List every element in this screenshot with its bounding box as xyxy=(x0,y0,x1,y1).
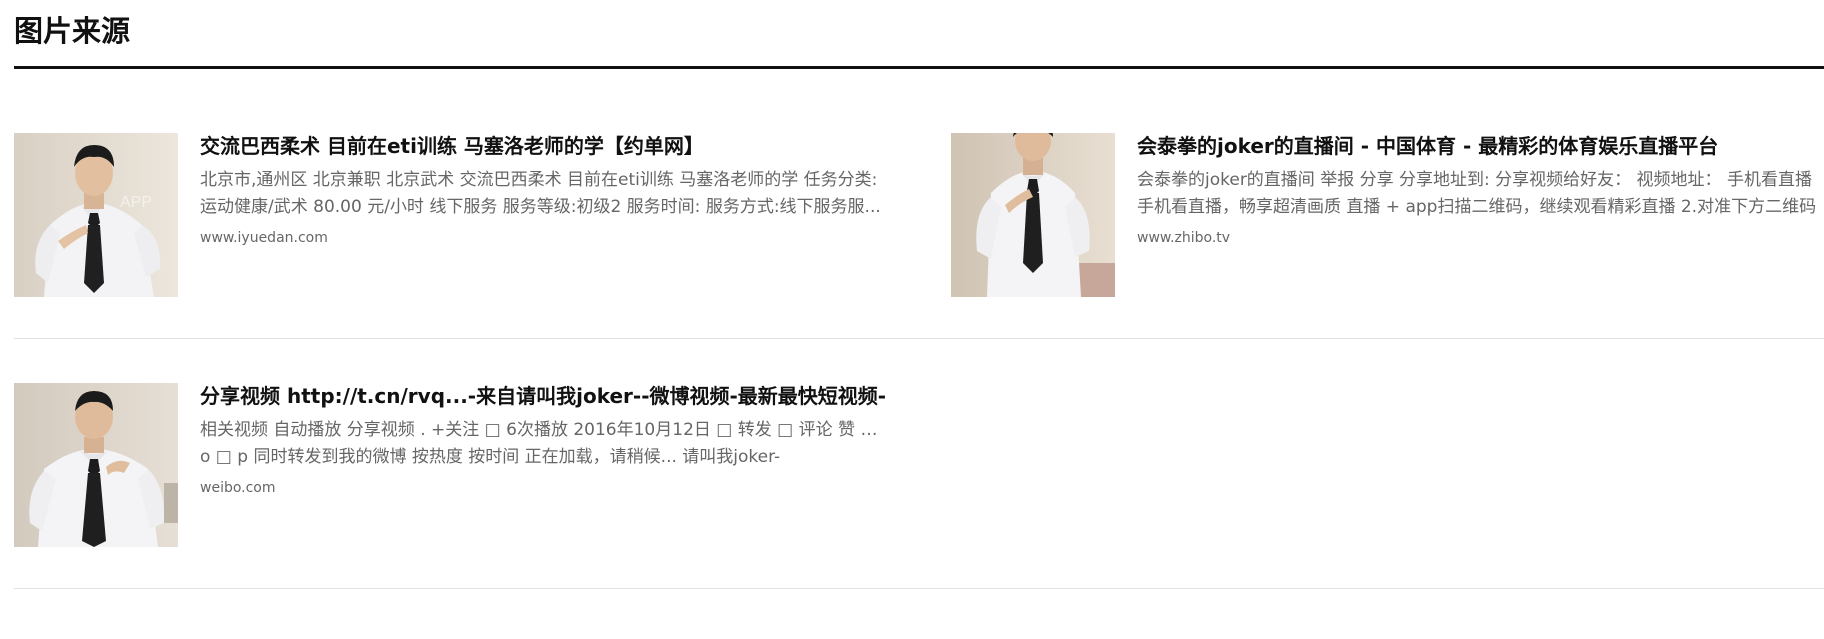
title-rule xyxy=(14,66,1824,69)
result-title-link[interactable]: 分享视频 http://t.cn/rvq...-来自请叫我joker--微博视频… xyxy=(200,383,894,409)
result-thumbnail[interactable] xyxy=(951,133,1115,297)
result-description-line: o □ p 同时转发到我的微博 按热度 按时间 正在加载，请稍候... 请叫我j… xyxy=(200,447,781,467)
row-divider xyxy=(14,588,1824,589)
result-thumbnail[interactable] xyxy=(14,383,178,547)
photo-image xyxy=(951,133,1115,297)
result-card: 分享视频 http://t.cn/rvq...-来自请叫我joker--微博视频… xyxy=(14,383,894,547)
result-card: 会泰拳的joker的直播间 - 中国体育 - 最精彩的体育娱乐直播平台 会泰拳的… xyxy=(951,133,1824,297)
result-description-line: 会泰拳的joker的直播间 举报 分享 分享地址到: 分享视频给好友： 视频地址… xyxy=(1137,170,1812,190)
photo-image: APP xyxy=(14,133,178,297)
result-title-link[interactable]: 会泰拳的joker的直播间 - 中国体育 - 最精彩的体育娱乐直播平台 xyxy=(1137,133,1824,159)
result-description: 北京市,通州区 北京兼职 北京武术 交流巴西柔术 目前在eti训练 马塞洛老师的… xyxy=(200,167,894,221)
result-thumbnail[interactable]: APP xyxy=(14,133,178,297)
result-description: 相关视频 自动播放 分享视频 . +关注 □ 6次播放 2016年10月12日 … xyxy=(200,417,894,471)
result-card: APP 交流巴西柔术 目前在eti训练 马塞洛老师的学【约单网】 北京市,通州区… xyxy=(14,133,894,297)
image-source-page: 图片来源 APP 交流巴西柔术 目前在eti训练 马塞洛老师的学【约单网】 北京… xyxy=(0,0,1824,639)
section-title: 图片来源 xyxy=(14,14,131,48)
svg-text:APP: APP xyxy=(120,194,152,211)
result-description-line: 北京市,通州区 北京兼职 北京武术 交流巴西柔术 目前在eti训练 马塞洛老师的… xyxy=(200,170,878,190)
result-text: 交流巴西柔术 目前在eti训练 马塞洛老师的学【约单网】 北京市,通州区 北京兼… xyxy=(200,133,894,246)
result-domain[interactable]: weibo.com xyxy=(200,480,894,496)
result-description-line: 相关视频 自动播放 分享视频 . +关注 □ 6次播放 2016年10月12日 … xyxy=(200,420,894,440)
result-text: 会泰拳的joker的直播间 - 中国体育 - 最精彩的体育娱乐直播平台 会泰拳的… xyxy=(1137,133,1824,246)
result-title-link[interactable]: 交流巴西柔术 目前在eti训练 马塞洛老师的学【约单网】 xyxy=(200,133,894,159)
result-domain[interactable]: www.zhibo.tv xyxy=(1137,230,1824,246)
result-description-line: 手机看直播，畅享超清画质 直播 + app扫描二维码，继续观看精彩直播 2.对准… xyxy=(1137,197,1817,217)
result-description: 会泰拳的joker的直播间 举报 分享 分享地址到: 分享视频给好友： 视频地址… xyxy=(1137,167,1824,221)
result-text: 分享视频 http://t.cn/rvq...-来自请叫我joker--微博视频… xyxy=(200,383,894,496)
result-domain[interactable]: www.iyuedan.com xyxy=(200,230,894,246)
photo-image xyxy=(14,383,178,547)
result-description-line: 运动健康/武术 80.00 元/小时 线下服务 服务等级:初级2 服务时间: 服… xyxy=(200,197,881,217)
row-divider xyxy=(14,338,1824,339)
